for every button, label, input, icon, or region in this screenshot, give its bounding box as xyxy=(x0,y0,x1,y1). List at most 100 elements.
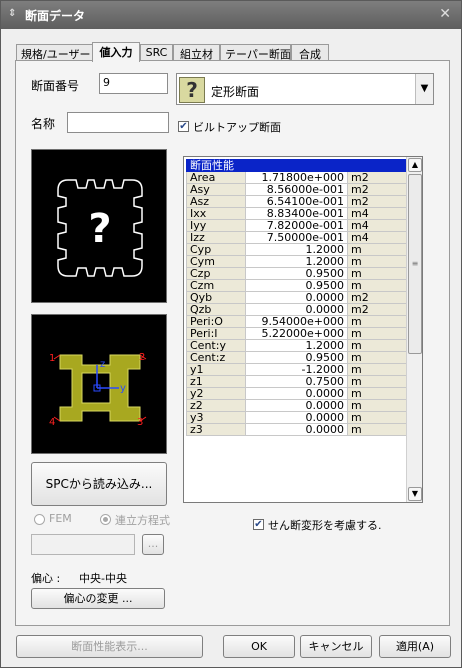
property-value-cell[interactable]: 5.22000e+000 xyxy=(245,327,348,340)
property-value-cell[interactable]: 0.9500 xyxy=(245,267,348,280)
property-value-cell[interactable]: 0.0000 xyxy=(245,423,348,436)
table-row[interactable]: Iyy 7.82000e-001 m4 xyxy=(186,219,407,232)
section-properties-grid[interactable]: 断面性能 Area 1.71800e+000 m2 Asy 8.56000e-001 m2… xyxy=(183,156,423,503)
property-value-cell[interactable]: 9.54000e+000 xyxy=(245,315,348,328)
tab-tapered-section[interactable]: テーパー断面 xyxy=(220,44,291,61)
property-unit-cell: m xyxy=(347,255,407,268)
tab-assembly[interactable]: 組立材 xyxy=(173,44,220,61)
property-value-cell[interactable]: 1.2000 xyxy=(245,255,348,268)
property-unit-cell: m xyxy=(347,399,407,412)
property-name-cell: z2 xyxy=(186,399,246,412)
table-row[interactable]: z3 0.0000 m xyxy=(186,423,407,436)
property-name-cell: Qzb xyxy=(186,303,246,316)
property-name-cell: Qyb xyxy=(186,291,246,304)
load-from-spc-button[interactable]: SPCから読み込み... xyxy=(31,462,167,506)
property-unit-cell: m xyxy=(347,423,407,436)
title-bar[interactable]: ⇕ 断面データ ✕ xyxy=(1,1,461,29)
table-row[interactable]: Cyp 1.2000 m xyxy=(186,243,407,256)
tab-composite[interactable]: 合成 xyxy=(291,44,329,61)
table-row[interactable]: Cym 1.2000 m xyxy=(186,255,407,268)
property-value-cell[interactable]: 7.50000e-001 xyxy=(245,231,348,244)
close-icon[interactable]: ✕ xyxy=(439,6,451,22)
table-row[interactable]: z1 0.7500 m xyxy=(186,375,407,388)
scroll-up-icon[interactable]: ▲ xyxy=(408,158,422,172)
fem-radio[interactable] xyxy=(34,514,45,525)
tab-standard-user[interactable]: 規格/ユーザー xyxy=(16,44,93,61)
property-value-cell[interactable]: -1.2000 xyxy=(245,363,348,376)
table-row[interactable]: Peri:O 9.54000e+000 m xyxy=(186,315,407,328)
property-value-cell[interactable]: 0.9500 xyxy=(245,279,348,292)
offset-value: 中央-中央 xyxy=(79,572,127,585)
property-name-cell: y1 xyxy=(186,363,246,376)
property-unit-cell: m xyxy=(347,267,407,280)
dropdown-arrow-icon[interactable]: ▼ xyxy=(415,74,433,104)
grid-scrollbar[interactable]: ▲ ≡ ▼ xyxy=(406,157,422,502)
property-unit-cell: m xyxy=(347,351,407,364)
section-number-field[interactable]: 9 xyxy=(99,73,168,94)
apply-button[interactable]: 適用(A) xyxy=(379,635,451,658)
table-row[interactable]: Asy 8.56000e-001 m2 xyxy=(186,183,407,196)
section-type-value: 定形断面 xyxy=(211,85,260,99)
property-value-cell[interactable]: 1.2000 xyxy=(245,339,348,352)
property-unit-cell: m4 xyxy=(347,207,407,220)
property-unit-cell: m xyxy=(347,243,407,256)
property-value-cell[interactable]: 7.82000e-001 xyxy=(245,219,348,232)
table-row[interactable]: Ixx 8.83400e-001 m4 xyxy=(186,207,407,220)
property-name-cell: Asz xyxy=(186,195,246,208)
cancel-button[interactable]: キャンセル xyxy=(300,635,372,658)
property-value-cell[interactable]: 1.71800e+000 xyxy=(245,171,348,184)
property-value-cell[interactable]: 8.83400e-001 xyxy=(245,207,348,220)
window-menu-icon[interactable]: ⇕ xyxy=(8,8,16,19)
table-row[interactable]: Izz 7.50000e-001 m4 xyxy=(186,231,407,244)
table-row[interactable]: y3 0.0000 m xyxy=(186,411,407,424)
property-value-cell[interactable]: 0.7500 xyxy=(245,375,348,388)
table-row[interactable]: Peri:I 5.22000e+000 m xyxy=(186,327,407,340)
table-row[interactable]: y1 -1.2000 m xyxy=(186,363,407,376)
tab-value-input[interactable]: 値入力 xyxy=(92,42,140,62)
builtup-checkbox[interactable]: ✔ xyxy=(178,121,189,132)
section-type-select[interactable]: ? 定形断面 ▼ xyxy=(176,73,434,105)
scroll-thumb[interactable]: ≡ xyxy=(408,174,422,354)
scroll-down-icon[interactable]: ▼ xyxy=(408,487,422,501)
property-value-cell[interactable]: 1.2000 xyxy=(245,243,348,256)
axis-z-label: z xyxy=(100,359,105,370)
table-row[interactable]: Qyb 0.0000 m2 xyxy=(186,291,407,304)
table-row[interactable]: Czm 0.9500 m xyxy=(186,279,407,292)
property-name-cell: z3 xyxy=(186,423,246,436)
property-name-cell: Area xyxy=(186,171,246,184)
shear-deformation-checkbox[interactable]: ✔ xyxy=(253,519,264,530)
table-row[interactable]: Cent:y 1.2000 m xyxy=(186,339,407,352)
grid-header: 断面性能 xyxy=(186,159,407,172)
property-value-cell[interactable]: 6.54100e-001 xyxy=(245,195,348,208)
table-row[interactable]: Czp 0.9500 m xyxy=(186,267,407,280)
table-row[interactable]: z2 0.0000 m xyxy=(186,399,407,412)
property-name-cell: Cent:z xyxy=(186,351,246,364)
property-value-cell[interactable]: 0.0000 xyxy=(245,291,348,304)
property-value-cell[interactable]: 0.0000 xyxy=(245,399,348,412)
table-row[interactable]: Area 1.71800e+000 m2 xyxy=(186,171,407,184)
change-offset-button[interactable]: 偏心の変更 ... xyxy=(31,588,165,609)
property-value-cell[interactable]: 0.0000 xyxy=(245,303,348,316)
property-unit-cell: m2 xyxy=(347,183,407,196)
property-unit-cell: m4 xyxy=(347,231,407,244)
point-label-3: 3 xyxy=(137,417,143,428)
property-unit-cell: m2 xyxy=(347,303,407,316)
ok-button[interactable]: OK xyxy=(223,635,295,658)
table-row[interactable]: Cent:z 0.9500 m xyxy=(186,351,407,364)
simultaneous-eq-radio[interactable] xyxy=(100,514,111,525)
tab-src[interactable]: SRC xyxy=(140,44,173,61)
name-field[interactable] xyxy=(67,112,169,133)
property-value-cell[interactable]: 8.56000e-001 xyxy=(245,183,348,196)
property-value-cell[interactable]: 0.0000 xyxy=(245,411,348,424)
property-value-cell[interactable]: 0.0000 xyxy=(245,387,348,400)
property-name-cell: Peri:O xyxy=(186,315,246,328)
table-row[interactable]: Asz 6.54100e-001 m2 xyxy=(186,195,407,208)
table-row[interactable]: y2 0.0000 m xyxy=(186,387,407,400)
show-section-properties-button[interactable]: 断面性能表示... xyxy=(16,635,203,658)
property-value-cell[interactable]: 0.9500 xyxy=(245,351,348,364)
property-name-cell: Cyp xyxy=(186,243,246,256)
browse-button[interactable]: ... xyxy=(142,534,164,555)
table-row[interactable]: Qzb 0.0000 m2 xyxy=(186,303,407,316)
property-name-cell: y2 xyxy=(186,387,246,400)
fem-label: FEM xyxy=(49,512,72,525)
